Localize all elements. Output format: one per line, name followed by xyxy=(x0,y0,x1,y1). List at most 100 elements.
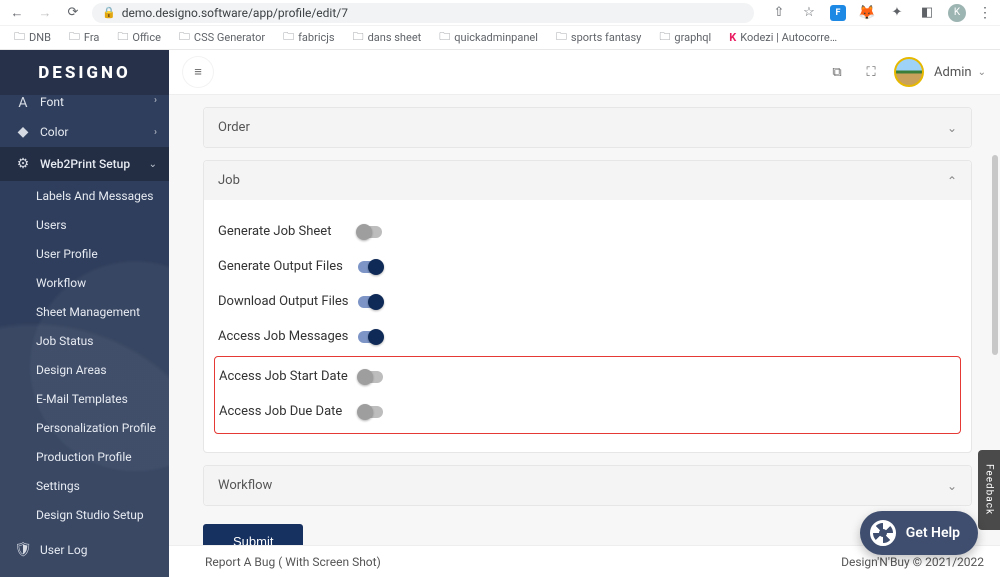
feedback-tab[interactable]: Feedback xyxy=(978,450,1000,530)
color-icon: ◆ xyxy=(14,124,32,140)
sidebar-sub-user-profile[interactable]: User Profile xyxy=(0,239,169,268)
row-access-due-date: Access Job Due Date xyxy=(215,394,960,429)
sidebar-item-userlog[interactable]: 🛡 User Log xyxy=(0,535,169,565)
sidebar-item-label: Workflow xyxy=(36,276,86,290)
address-bar[interactable]: 🔒 demo.designo.software/app/profile/edit… xyxy=(92,3,754,23)
sidebar-item-font[interactable]: A Font › xyxy=(0,95,169,117)
back-button[interactable]: ← xyxy=(8,4,26,22)
star-icon[interactable]: ☆ xyxy=(800,4,818,22)
chevron-down-icon: ⌄ xyxy=(149,159,157,170)
sidebar-sub-design-studio[interactable]: Design Studio Setup xyxy=(0,500,169,529)
bookmark-label: Fra xyxy=(84,31,99,44)
side-panel-icon[interactable]: ◧ xyxy=(918,4,936,22)
forward-button[interactable]: → xyxy=(36,4,54,22)
metamask-icon[interactable]: 🦊 xyxy=(858,4,876,22)
bookmark-dans-sheet[interactable]: 🗀dans sheet xyxy=(347,26,428,49)
folder-icon: 🗀 xyxy=(179,28,190,47)
sidebar-sub-settings[interactable]: Settings xyxy=(0,471,169,500)
sidebar-section-web2print[interactable]: ⚙ Web2Print Setup ⌄ xyxy=(0,147,169,181)
logo[interactable]: DESIGNO xyxy=(0,50,169,95)
reload-button[interactable]: ⟳ xyxy=(64,4,82,22)
sidebar-item-label: E-Mail Templates xyxy=(36,392,128,406)
profile-avatar[interactable]: K xyxy=(948,4,966,22)
bookmark-graphql[interactable]: 🗀 graphql xyxy=(653,26,717,49)
panel-header-job[interactable]: Job ⌃ xyxy=(204,161,971,200)
sidebar-sub-job-status[interactable]: Job Status xyxy=(0,326,169,355)
report-bug-link[interactable]: Report A Bug ( With Screen Shot) xyxy=(205,555,381,569)
sidebar-sub-email-templates[interactable]: E-Mail Templates xyxy=(0,384,169,413)
sidebar-item-label: Job Status xyxy=(36,334,94,348)
row-access-start-date: Access Job Start Date xyxy=(215,359,960,394)
submit-button[interactable]: Submit xyxy=(203,524,303,545)
sidebar-sub-sheet-mgmt[interactable]: Sheet Management xyxy=(0,297,169,326)
bookmark-quickadminpanel[interactable]: 🗀quickadminpanel xyxy=(433,26,544,49)
font-icon: A xyxy=(14,95,32,111)
extensions-puzzle-icon[interactable]: ✦ xyxy=(888,4,906,22)
bookmark-fabricjs[interactable]: 🗀fabricjs xyxy=(277,26,340,49)
user-name: Admin xyxy=(934,65,972,80)
toggle-access-due-date[interactable] xyxy=(359,406,383,418)
user-avatar[interactable] xyxy=(894,57,924,87)
bookmark-label: CSS Generator xyxy=(194,31,265,44)
sidebar-item-label: Web2Print Setup xyxy=(40,157,130,171)
sidebar-item-label: Font xyxy=(40,95,64,109)
sidebar-item-label: Production Profile xyxy=(36,450,132,464)
bookmark-label: graphql xyxy=(674,31,711,44)
toggle-access-start-date[interactable] xyxy=(359,371,383,383)
row-label: Access Job Start Date xyxy=(219,369,359,384)
bookmark-sports-fantasy[interactable]: 🗀sports fantasy xyxy=(550,26,647,49)
bookmark-dnb[interactable]: 🗀 DNB xyxy=(8,26,57,49)
sidebar-sub-design-areas[interactable]: Design Areas xyxy=(0,355,169,384)
panel-workflow: Workflow ⌄ xyxy=(203,465,972,506)
fullscreen-icon[interactable]: ⛶ xyxy=(856,57,886,87)
bookmark-office[interactable]: 🗀Office xyxy=(111,26,167,49)
gear-icon: ⚙ xyxy=(14,156,32,172)
sidebar-sub-personalization[interactable]: Personalization Profile xyxy=(0,413,169,442)
bookmark-kodezi[interactable]: KKodezi | Autocorre… xyxy=(723,29,843,46)
content-area[interactable]: Order ⌄ Job ⌃ Generate Job Sheet Generat… xyxy=(169,95,1000,545)
panel-title: Order xyxy=(218,120,250,135)
kodezi-icon: K xyxy=(729,31,736,44)
browser-toolbar: ← → ⟳ 🔒 demo.designo.software/app/profil… xyxy=(0,0,1000,26)
bookmark-css-generator[interactable]: 🗀 CSS Generator xyxy=(173,26,271,49)
chevron-up-icon: ⌃ xyxy=(947,174,957,188)
get-help-button[interactable]: Get Help xyxy=(860,511,978,555)
open-external-icon[interactable]: ⧉ xyxy=(822,57,852,87)
sidebar-sub-workflow[interactable]: Workflow xyxy=(0,268,169,297)
kebab-menu-icon[interactable]: ⋮ xyxy=(978,5,992,21)
folder-icon: 🗀 xyxy=(659,28,670,47)
folder-icon: 🗀 xyxy=(556,28,567,47)
panel-header-order[interactable]: Order ⌄ xyxy=(204,108,971,147)
logo-text: DESIGNO xyxy=(38,63,130,83)
sidebar-item-color[interactable]: ◆ Color › xyxy=(0,117,169,147)
lifebuoy-icon xyxy=(870,520,896,546)
toggle-generate-output-files[interactable] xyxy=(358,261,382,273)
sidebar-item-label: User Profile xyxy=(36,247,98,261)
folder-icon: 🗀 xyxy=(14,28,25,47)
sidebar-scroll[interactable]: A Font › ◆ Color › ⚙ Web2Print Setup ⌄ L… xyxy=(0,95,169,577)
sidebar-item-label: Labels And Messages xyxy=(36,189,153,203)
topbar: ≡ ⧉ ⛶ Admin ⌄ xyxy=(169,50,1000,95)
chevron-down-icon[interactable]: ⌄ xyxy=(978,67,986,78)
menu-toggle-button[interactable]: ≡ xyxy=(183,57,213,87)
folder-icon: 🗀 xyxy=(117,28,128,47)
app-shell: DESIGNO A Font › ◆ Color › ⚙ Web2Print S… xyxy=(0,50,1000,577)
sidebar-sub-labels[interactable]: Labels And Messages xyxy=(0,181,169,210)
row-access-job-messages: Access Job Messages xyxy=(204,319,971,354)
bookmark-label: fabricjs xyxy=(298,31,334,44)
panel-title: Job xyxy=(218,173,240,188)
panel-header-workflow[interactable]: Workflow ⌄ xyxy=(204,466,971,505)
scrollbar-thumb[interactable] xyxy=(992,155,998,355)
toggle-download-output-files[interactable] xyxy=(358,296,382,308)
row-label: Access Job Due Date xyxy=(219,404,359,419)
url-text: demo.designo.software/app/profile/edit/7 xyxy=(122,6,348,20)
toggle-generate-job-sheet[interactable] xyxy=(358,226,382,238)
toggle-access-job-messages[interactable] xyxy=(358,331,382,343)
bookmark-fra[interactable]: 🗀Fra xyxy=(63,26,105,49)
share-icon[interactable]: ⇧ xyxy=(770,4,788,22)
bookmark-label: DNB xyxy=(29,31,51,44)
sidebar-sub-production[interactable]: Production Profile xyxy=(0,442,169,471)
extension-f-icon[interactable]: F xyxy=(830,5,846,21)
sidebar-sub-users[interactable]: Users xyxy=(0,210,169,239)
get-help-label: Get Help xyxy=(906,525,960,541)
